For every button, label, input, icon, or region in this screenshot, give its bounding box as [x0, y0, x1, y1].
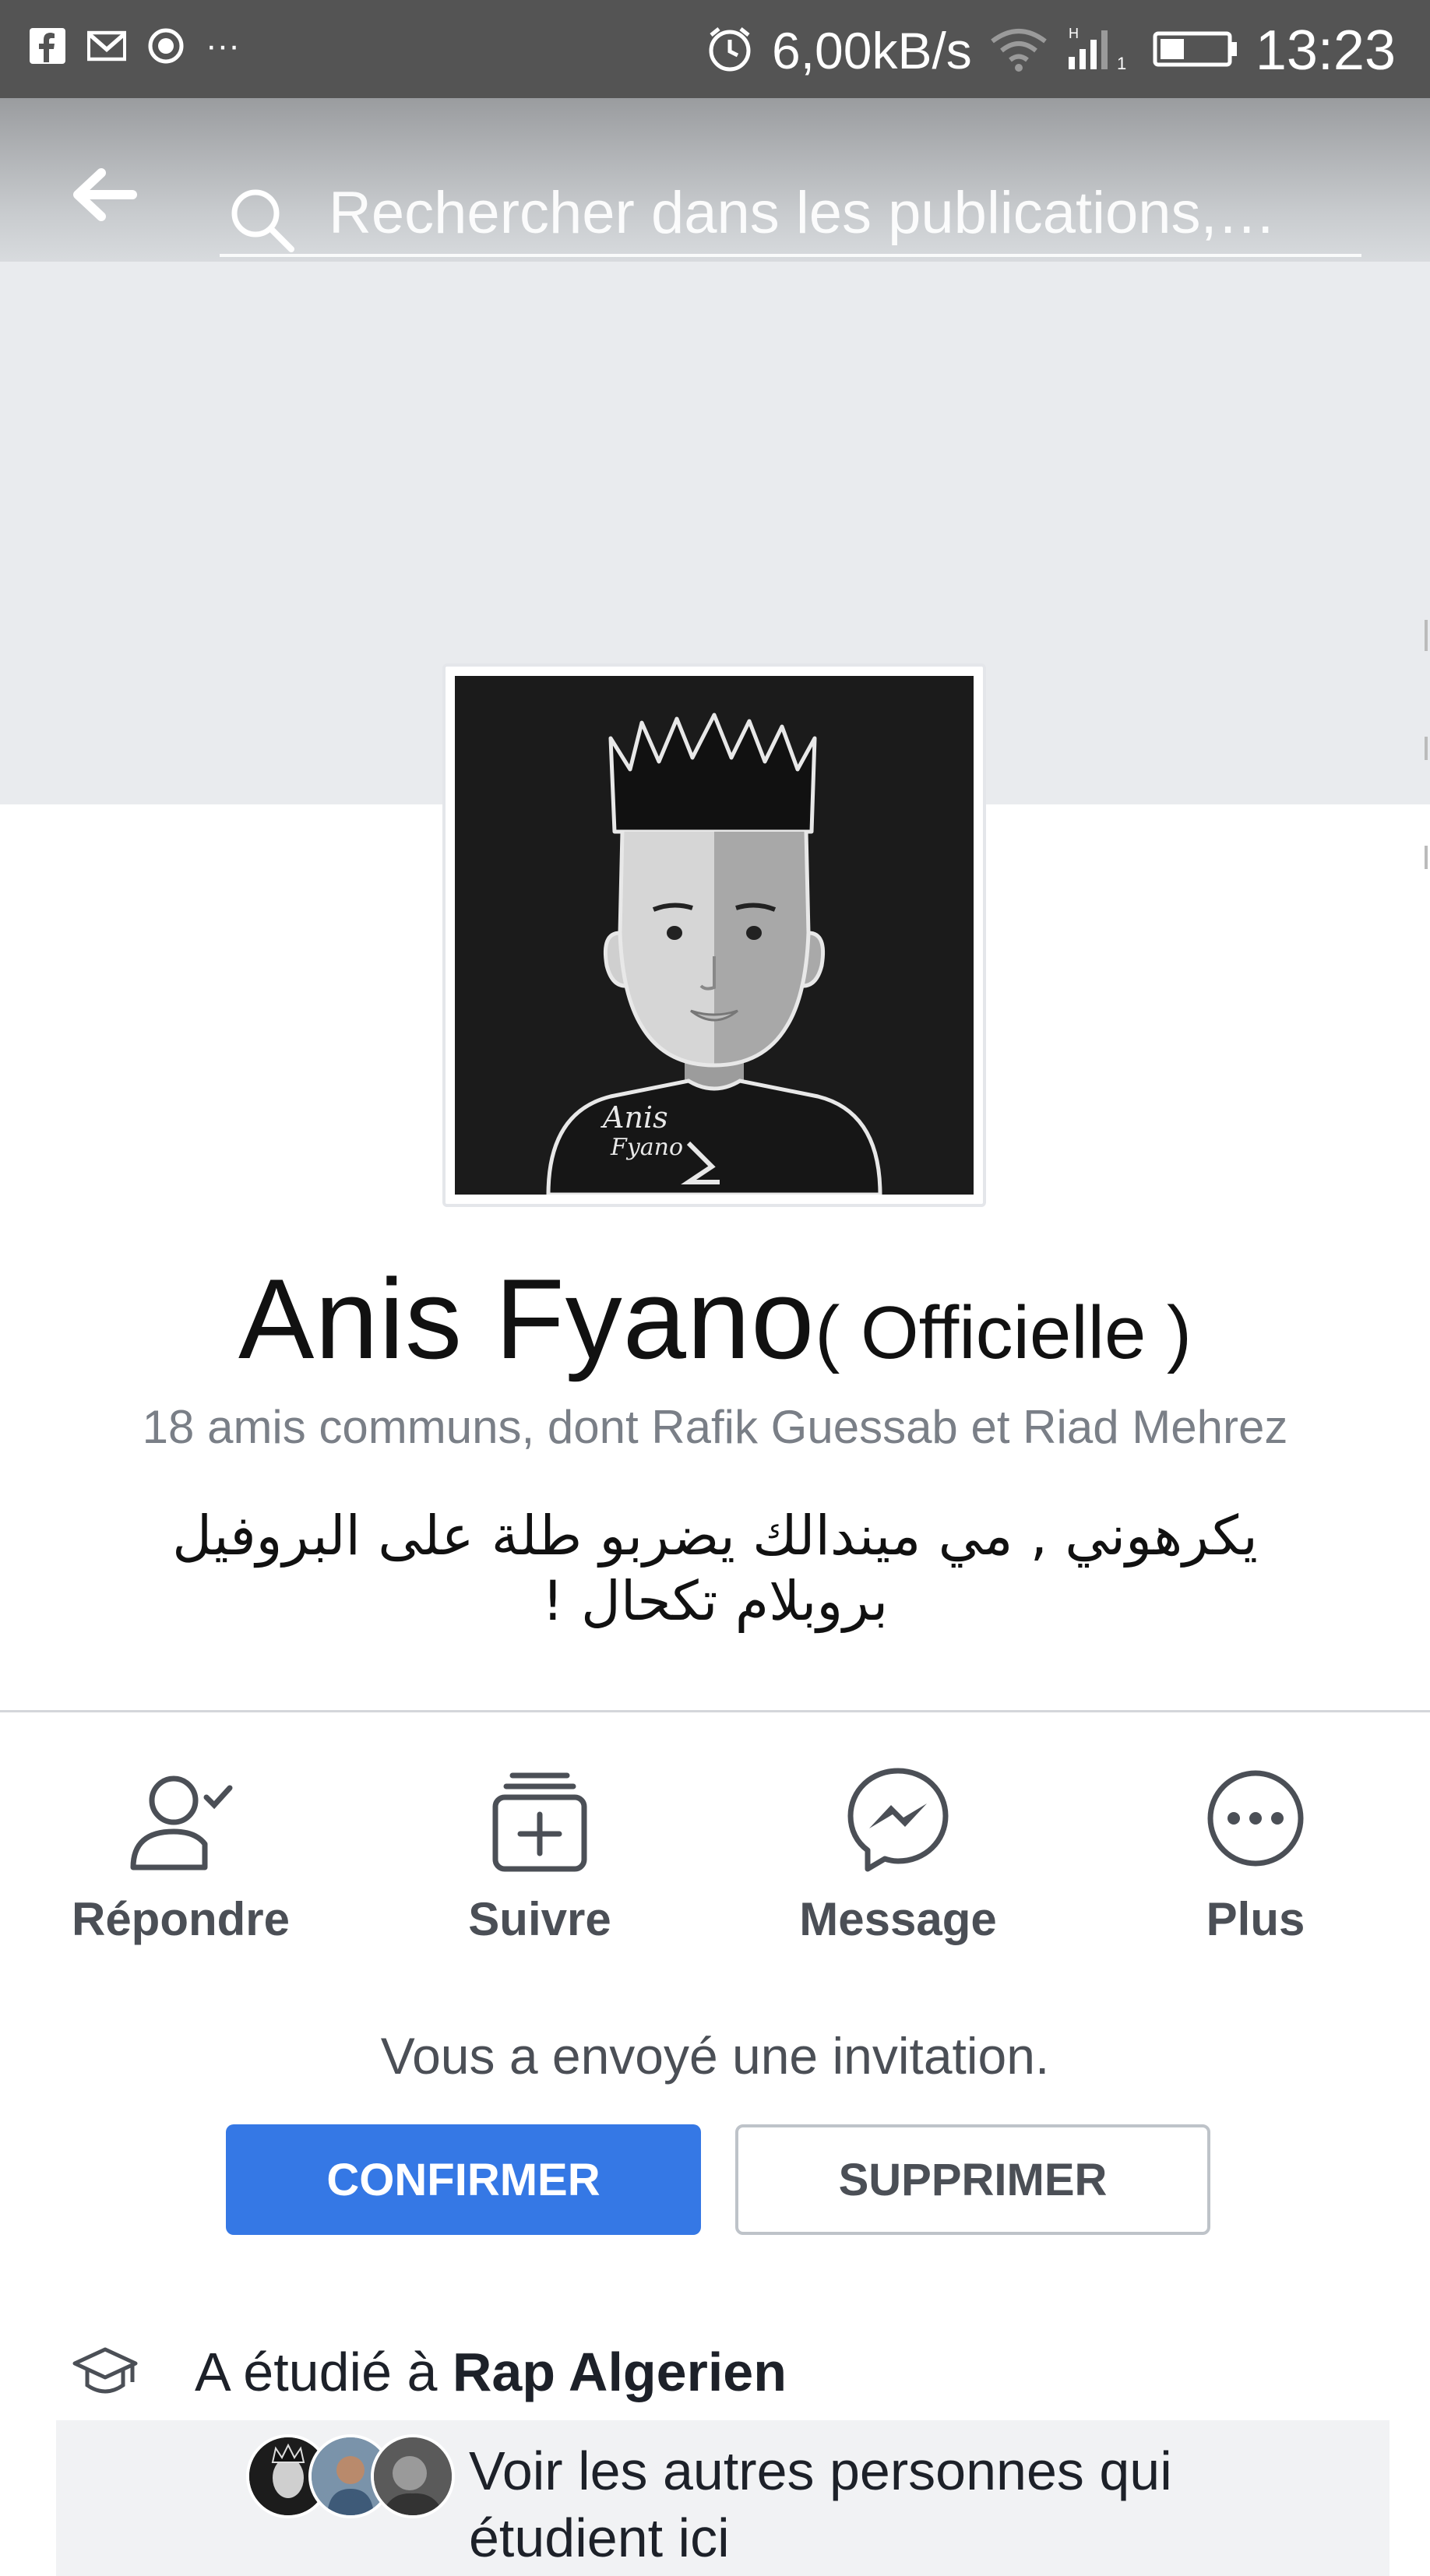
svg-text:Fyano: Fyano [610, 1134, 683, 1161]
search-icon [227, 185, 298, 255]
classmate-avatar [371, 2434, 455, 2518]
profile-actions: Répondre Suivre Message Plus [0, 1760, 1430, 1955]
education-prefix: A étudié à [195, 2342, 453, 2402]
profile-name-main: Anis Fyano [238, 1255, 815, 1382]
classmates-card[interactable]: Voir les autres personnes qui étudient i… [56, 2420, 1389, 2576]
graduation-cap-icon [70, 2337, 140, 2407]
svg-text:Anis: Anis [601, 1100, 668, 1135]
record-icon [146, 26, 185, 65]
profile-name-suffix: ( Officielle ) [815, 1291, 1192, 1374]
wifi-icon [989, 26, 1048, 76]
cover-edge-marks [1425, 620, 1428, 869]
education-text: A étudié à Rap Algerien [195, 2341, 787, 2403]
top-bar: Rechercher dans les publications,… [0, 98, 1430, 262]
profile-name: Anis Fyano( Officielle ) [0, 1254, 1430, 1385]
divider [0, 1710, 1430, 1712]
delete-button[interactable]: SUPPRIMER [735, 2124, 1210, 2235]
more-icon [1197, 1760, 1314, 1877]
status-right-icons: 6,00kB/s H1 13:23 [705, 19, 1396, 83]
gmail-icon [87, 26, 126, 65]
battery-icon [1153, 30, 1238, 72]
status-left-icons: ··· [28, 26, 240, 65]
back-arrow-icon[interactable] [67, 157, 142, 232]
invitation-text: Vous a envoyé une invitation. [380, 2027, 1050, 2085]
search-field[interactable]: Rechercher dans les publications,… [220, 151, 1361, 257]
signal-icon: H1 [1065, 24, 1136, 78]
profile-bio: يكرهوني , مي ميندالك يضربو طلة على البرو… [172, 1504, 1258, 1633]
education-school[interactable]: Rap Algerien [453, 2342, 787, 2402]
profile-picture[interactable]: Anis Fyano [442, 663, 986, 1207]
svg-text:1: 1 [1117, 54, 1126, 73]
person-check-icon [122, 1760, 239, 1877]
classmates-text-line1: Voir les autres personnes qui [469, 2441, 1172, 2501]
message-button[interactable]: Message [781, 1760, 1015, 1946]
follow-stack-icon [481, 1760, 598, 1877]
mutual-friends[interactable]: 18 amis communs, dont Rafik Guessab et R… [0, 1400, 1430, 1454]
alarm-icon [705, 24, 755, 78]
classmates-text: Voir les autres personnes qui étudient i… [469, 2437, 1172, 2571]
respond-label: Répondre [71, 1893, 291, 1945]
facebook-icon [28, 26, 67, 65]
more-label: Plus [1206, 1893, 1305, 1945]
status-more-indicator: ··· [206, 26, 240, 65]
network-speed: 6,00kB/s [771, 22, 972, 79]
confirm-button[interactable]: CONFIRMER [226, 2124, 701, 2235]
clock: 13:23 [1255, 19, 1396, 82]
classmates-text-line2: étudient ici [469, 2507, 730, 2568]
respond-button[interactable]: Répondre [64, 1760, 298, 1946]
svg-text:H: H [1069, 26, 1079, 41]
follow-button[interactable]: Suivre [423, 1760, 657, 1946]
message-label: Message [799, 1893, 997, 1945]
follow-label: Suivre [468, 1893, 611, 1945]
avatar: Anis Fyano [455, 676, 974, 1195]
messenger-icon [840, 1760, 956, 1877]
classmate-avatars [246, 2434, 455, 2518]
more-button[interactable]: Plus [1139, 1760, 1372, 1946]
search-placeholder: Rechercher dans les publications,… [329, 180, 1277, 246]
education-row[interactable]: A étudié à Rap Algerien [70, 2333, 787, 2411]
status-bar: ··· 6,00kB/s H1 13:23 [0, 0, 1430, 98]
